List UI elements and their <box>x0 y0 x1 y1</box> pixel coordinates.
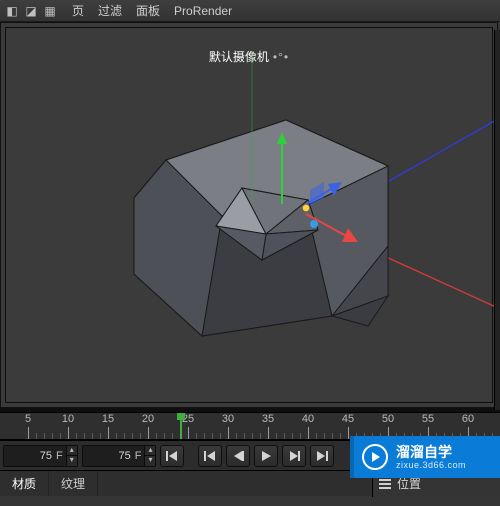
frame-end-unit: F <box>135 450 145 462</box>
menu-page[interactable]: 页 <box>66 0 90 21</box>
ruler-label: 10 <box>62 413 74 425</box>
ruler-label: 60 <box>462 413 474 425</box>
render-icon[interactable]: ◧ <box>4 3 20 19</box>
ruler-label: 35 <box>262 413 274 425</box>
menu-filter[interactable]: 过滤 <box>92 0 128 21</box>
step-fwd-button[interactable] <box>282 445 306 467</box>
watermark-title: 溜溜自学 <box>396 444 466 460</box>
ruler-label: 50 <box>382 413 394 425</box>
menu-prorender[interactable]: ProRender <box>168 2 238 20</box>
frame-start-unit: F <box>56 450 66 462</box>
viewport-inner[interactable]: 默认摄像机 •°• <box>5 27 493 403</box>
step-back-button[interactable] <box>226 445 250 467</box>
frame-end-spinner[interactable]: ▴▾ <box>144 446 155 466</box>
tab-material[interactable]: 材质 <box>0 471 49 496</box>
watermark-subtitle: zixue.3d66.com <box>396 460 466 470</box>
tab-texture[interactable]: 纹理 <box>49 471 98 496</box>
viewport-scene <box>6 28 500 406</box>
hamburger-icon[interactable] <box>379 479 391 489</box>
menu-panel[interactable]: 面板 <box>130 0 166 21</box>
render-region-icon[interactable]: ◪ <box>23 3 39 19</box>
ruler-label: 5 <box>25 413 31 425</box>
ruler-label: 20 <box>142 413 154 425</box>
menubar: ◧ ◪ ▦ 页 过滤 面板 ProRender <box>0 0 500 22</box>
transport-bar: F ▴▾ F ▴▾ 溜溜自学 <box>0 440 500 470</box>
watermark-play-icon <box>362 444 388 470</box>
ruler-label: 40 <box>302 413 314 425</box>
ruler-label: 55 <box>422 413 434 425</box>
mesh-object <box>134 120 388 336</box>
ruler-label: 15 <box>102 413 114 425</box>
ruler-label: 30 <box>222 413 234 425</box>
frame-start-input[interactable] <box>4 450 56 462</box>
watermark-overlay: 溜溜自学 zixue.3d66.com <box>350 436 500 478</box>
frame-start-spinner[interactable]: ▴▾ <box>66 446 77 466</box>
play-button[interactable] <box>254 445 278 467</box>
ruler-label: 45 <box>342 413 354 425</box>
prev-key-button[interactable] <box>198 445 222 467</box>
timeline: 51015202530354045505560 F ▴▾ F ▴▾ <box>0 408 500 470</box>
frame-end-field[interactable]: F ▴▾ <box>82 445 157 467</box>
next-key-button[interactable] <box>310 445 334 467</box>
frame-start-field[interactable]: F ▴▾ <box>3 445 78 467</box>
goto-start-button[interactable] <box>160 445 184 467</box>
playhead[interactable] <box>180 413 182 440</box>
frame-end-input[interactable] <box>83 450 135 462</box>
viewport-3d[interactable]: 默认摄像机 •°• <box>0 22 498 408</box>
menubar-icon-group: ◧ ◪ ▦ <box>4 3 58 19</box>
render-settings-icon[interactable]: ▦ <box>42 3 58 19</box>
right-toolbar[interactable] <box>494 30 500 410</box>
